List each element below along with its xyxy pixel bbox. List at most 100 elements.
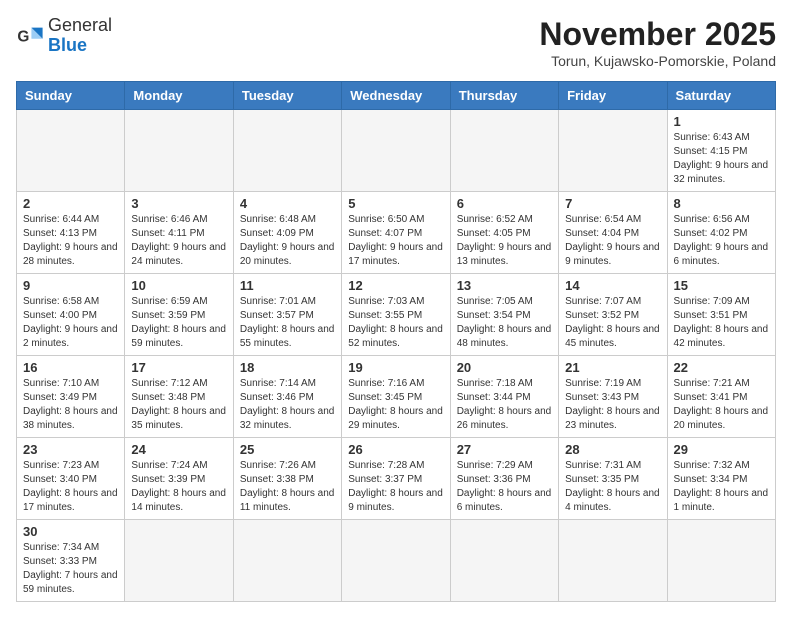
calendar-cell: 15 Sunrise: 7:09 AM Sunset: 3:51 PM Dayli… <box>667 274 775 356</box>
day-number: 7 <box>565 196 660 211</box>
calendar-cell: 19 Sunrise: 7:16 AM Sunset: 3:45 PM Dayli… <box>342 356 450 438</box>
day-number: 1 <box>674 114 769 129</box>
weekday-header-friday: Friday <box>559 82 667 110</box>
calendar-cell <box>233 110 341 192</box>
calendar-cell <box>125 110 233 192</box>
calendar-cell: 25 Sunrise: 7:26 AM Sunset: 3:38 PM Dayli… <box>233 438 341 520</box>
weekday-header-row: SundayMondayTuesdayWednesdayThursdayFrid… <box>17 82 776 110</box>
day-number: 22 <box>674 360 769 375</box>
day-number: 18 <box>240 360 335 375</box>
logo-text: General Blue <box>48 16 112 56</box>
day-info: Sunrise: 7:01 AM Sunset: 3:57 PM Dayligh… <box>240 295 335 351</box>
day-info: Sunrise: 6:59 AM Sunset: 3:59 PM Dayligh… <box>131 295 226 351</box>
day-number: 11 <box>240 278 335 293</box>
day-info: Sunrise: 7:26 AM Sunset: 3:38 PM Dayligh… <box>240 459 335 515</box>
day-info: Sunrise: 6:54 AM Sunset: 4:04 PM Dayligh… <box>565 213 660 269</box>
day-number: 27 <box>457 442 552 457</box>
weekday-header-sunday: Sunday <box>17 82 125 110</box>
weekday-header-wednesday: Wednesday <box>342 82 450 110</box>
calendar-cell <box>559 520 667 602</box>
svg-text:G: G <box>17 28 29 45</box>
month-title: November 2025 <box>539 16 776 53</box>
calendar-cell <box>125 520 233 602</box>
calendar-cell <box>342 110 450 192</box>
day-number: 3 <box>131 196 226 211</box>
calendar-cell: 7 Sunrise: 6:54 AM Sunset: 4:04 PM Daylig… <box>559 192 667 274</box>
day-info: Sunrise: 6:50 AM Sunset: 4:07 PM Dayligh… <box>348 213 443 269</box>
day-number: 5 <box>348 196 443 211</box>
title-area: November 2025 Torun, Kujawsko-Pomorskie,… <box>539 16 776 69</box>
day-info: Sunrise: 7:32 AM Sunset: 3:34 PM Dayligh… <box>674 459 769 515</box>
calendar-cell: 29 Sunrise: 7:32 AM Sunset: 3:34 PM Dayli… <box>667 438 775 520</box>
calendar-cell: 13 Sunrise: 7:05 AM Sunset: 3:54 PM Dayli… <box>450 274 558 356</box>
calendar-cell: 24Sunrise: 7:24 AM Sunset: 3:39 PM Dayli… <box>125 438 233 520</box>
day-info: Sunrise: 7:05 AM Sunset: 3:54 PM Dayligh… <box>457 295 552 351</box>
calendar-cell: 28 Sunrise: 7:31 AM Sunset: 3:35 PM Dayli… <box>559 438 667 520</box>
calendar-cell: 2Sunrise: 6:44 AM Sunset: 4:13 PM Daylig… <box>17 192 125 274</box>
day-info: Sunrise: 7:10 AM Sunset: 3:49 PM Dayligh… <box>23 377 118 433</box>
calendar-cell: 14 Sunrise: 7:07 AM Sunset: 3:52 PM Dayli… <box>559 274 667 356</box>
calendar-cell: 11 Sunrise: 7:01 AM Sunset: 3:57 PM Dayli… <box>233 274 341 356</box>
calendar-row-0: 1Sunrise: 6:43 AM Sunset: 4:15 PM Daylig… <box>17 110 776 192</box>
day-info: Sunrise: 6:58 AM Sunset: 4:00 PM Dayligh… <box>23 295 118 351</box>
location-subtitle: Torun, Kujawsko-Pomorskie, Poland <box>539 53 776 69</box>
calendar-cell <box>17 110 125 192</box>
day-number: 2 <box>23 196 118 211</box>
calendar-cell: 17Sunrise: 7:12 AM Sunset: 3:48 PM Dayli… <box>125 356 233 438</box>
weekday-header-monday: Monday <box>125 82 233 110</box>
day-number: 15 <box>674 278 769 293</box>
weekday-header-thursday: Thursday <box>450 82 558 110</box>
day-number: 30 <box>23 524 118 539</box>
day-info: Sunrise: 7:07 AM Sunset: 3:52 PM Dayligh… <box>565 295 660 351</box>
day-number: 16 <box>23 360 118 375</box>
calendar-row-3: 16 Sunrise: 7:10 AM Sunset: 3:49 PM Dayli… <box>17 356 776 438</box>
day-number: 13 <box>457 278 552 293</box>
header: G General Blue November 2025 Torun, Kuja… <box>16 16 776 69</box>
calendar-row-2: 9Sunrise: 6:58 AM Sunset: 4:00 PM Daylig… <box>17 274 776 356</box>
day-number: 14 <box>565 278 660 293</box>
day-number: 19 <box>348 360 443 375</box>
day-info: Sunrise: 7:12 AM Sunset: 3:48 PM Dayligh… <box>131 377 226 433</box>
day-info: Sunrise: 7:31 AM Sunset: 3:35 PM Dayligh… <box>565 459 660 515</box>
day-info: Sunrise: 7:24 AM Sunset: 3:39 PM Dayligh… <box>131 459 226 515</box>
day-number: 20 <box>457 360 552 375</box>
calendar-cell <box>233 520 341 602</box>
calendar-cell <box>450 110 558 192</box>
calendar-cell: 8 Sunrise: 6:56 AM Sunset: 4:02 PM Daylig… <box>667 192 775 274</box>
day-info: Sunrise: 7:16 AM Sunset: 3:45 PM Dayligh… <box>348 377 443 433</box>
logo-icon: G <box>16 22 44 50</box>
calendar-cell: 27 Sunrise: 7:29 AM Sunset: 3:36 PM Dayli… <box>450 438 558 520</box>
calendar-cell: 1Sunrise: 6:43 AM Sunset: 4:15 PM Daylig… <box>667 110 775 192</box>
day-info: Sunrise: 7:28 AM Sunset: 3:37 PM Dayligh… <box>348 459 443 515</box>
day-number: 4 <box>240 196 335 211</box>
calendar-cell: 18Sunrise: 7:14 AM Sunset: 3:46 PM Dayli… <box>233 356 341 438</box>
calendar: SundayMondayTuesdayWednesdayThursdayFrid… <box>16 81 776 602</box>
day-number: 6 <box>457 196 552 211</box>
day-number: 26 <box>348 442 443 457</box>
logo: G General Blue <box>16 16 112 56</box>
day-info: Sunrise: 7:34 AM Sunset: 3:33 PM Dayligh… <box>23 541 118 597</box>
day-info: Sunrise: 7:23 AM Sunset: 3:40 PM Dayligh… <box>23 459 118 515</box>
day-info: Sunrise: 6:48 AM Sunset: 4:09 PM Dayligh… <box>240 213 335 269</box>
calendar-cell: 12Sunrise: 7:03 AM Sunset: 3:55 PM Dayli… <box>342 274 450 356</box>
calendar-cell <box>450 520 558 602</box>
day-info: Sunrise: 6:56 AM Sunset: 4:02 PM Dayligh… <box>674 213 769 269</box>
day-number: 25 <box>240 442 335 457</box>
calendar-cell: 4 Sunrise: 6:48 AM Sunset: 4:09 PM Daylig… <box>233 192 341 274</box>
calendar-row-4: 23 Sunrise: 7:23 AM Sunset: 3:40 PM Dayli… <box>17 438 776 520</box>
day-number: 23 <box>23 442 118 457</box>
calendar-cell: 16 Sunrise: 7:10 AM Sunset: 3:49 PM Dayli… <box>17 356 125 438</box>
day-number: 28 <box>565 442 660 457</box>
calendar-row-1: 2Sunrise: 6:44 AM Sunset: 4:13 PM Daylig… <box>17 192 776 274</box>
day-info: Sunrise: 7:03 AM Sunset: 3:55 PM Dayligh… <box>348 295 443 351</box>
calendar-cell: 10Sunrise: 6:59 AM Sunset: 3:59 PM Dayli… <box>125 274 233 356</box>
calendar-cell: 20 Sunrise: 7:18 AM Sunset: 3:44 PM Dayli… <box>450 356 558 438</box>
calendar-cell: 21Sunrise: 7:19 AM Sunset: 3:43 PM Dayli… <box>559 356 667 438</box>
weekday-header-saturday: Saturday <box>667 82 775 110</box>
day-number: 8 <box>674 196 769 211</box>
day-info: Sunrise: 7:18 AM Sunset: 3:44 PM Dayligh… <box>457 377 552 433</box>
calendar-cell: 30 Sunrise: 7:34 AM Sunset: 3:33 PM Dayli… <box>17 520 125 602</box>
day-info: Sunrise: 7:29 AM Sunset: 3:36 PM Dayligh… <box>457 459 552 515</box>
day-info: Sunrise: 7:09 AM Sunset: 3:51 PM Dayligh… <box>674 295 769 351</box>
day-number: 29 <box>674 442 769 457</box>
